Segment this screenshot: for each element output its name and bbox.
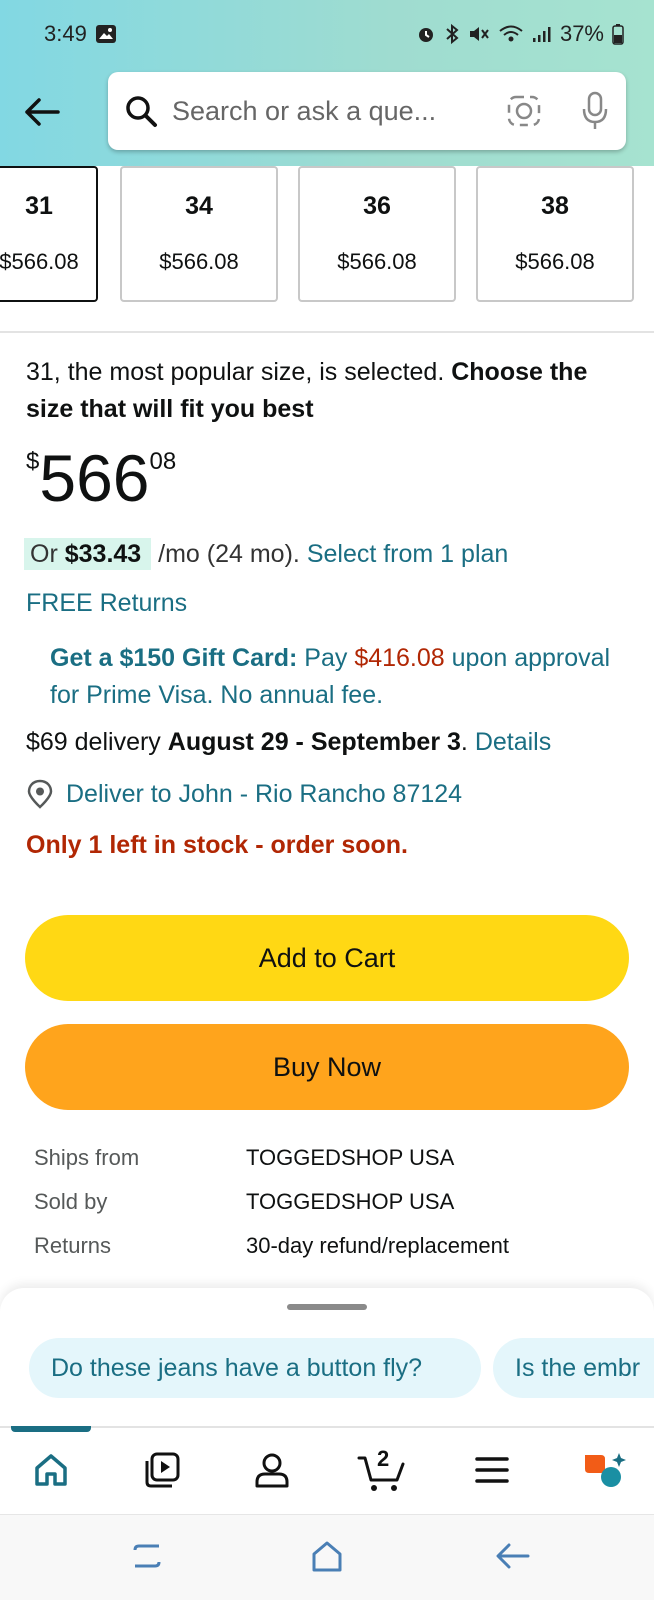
- cart-count-badge: 2: [377, 1446, 390, 1471]
- deliver-to-location[interactable]: Deliver to John - Rio Rancho 87124: [26, 779, 636, 809]
- nav-account[interactable]: [232, 1428, 312, 1516]
- add-to-cart-button[interactable]: Add to Cart: [25, 915, 629, 1001]
- search-bar[interactable]: [108, 72, 626, 150]
- size-option-31[interactable]: 31 $566.08: [0, 166, 98, 302]
- monthly-payment: Or $33.43 /mo (24 mo). Select from 1 pla…: [24, 538, 636, 570]
- select-plan-link[interactable]: Select from 1 plan: [307, 540, 509, 568]
- nav-rufus[interactable]: [564, 1428, 644, 1516]
- home-outline-icon: [310, 1539, 344, 1578]
- mute-icon: [468, 24, 490, 44]
- stock-warning: Only 1 left in stock - order soon.: [26, 831, 409, 859]
- battery-percent: 37%: [559, 21, 604, 46]
- signal-icon: [532, 25, 552, 43]
- section-divider: [0, 331, 654, 333]
- suggestion-chip[interactable]: Is the embr: [493, 1338, 654, 1398]
- sheet-drag-handle[interactable]: [287, 1304, 367, 1310]
- camera-search-icon[interactable]: [506, 94, 542, 128]
- microphone-icon[interactable]: [580, 91, 610, 131]
- suggestion-sheet: Do these jeans have a button fly? Is the…: [0, 1288, 654, 1428]
- home-icon: [33, 1452, 69, 1493]
- size-label: 36: [363, 192, 391, 220]
- seller-info: Ships from TOGGEDSHOP USA Sold by TOGGED…: [34, 1145, 634, 1277]
- price: $ 566 08: [26, 441, 177, 515]
- size-selection-note: 31, the most popular size, is selected. …: [26, 358, 588, 423]
- video-icon: [143, 1451, 181, 1494]
- bluetooth-icon: [444, 23, 460, 45]
- recent-apps-icon: [129, 1538, 165, 1579]
- status-bar: 3:49 37%: [44, 14, 624, 54]
- alarm-icon: [416, 24, 436, 44]
- monthly-highlight: Or $33.43: [24, 538, 152, 570]
- size-price: $566.08: [337, 249, 417, 274]
- search-input[interactable]: [172, 95, 506, 127]
- ships-from-row: Ships from TOGGEDSHOP USA: [34, 1145, 455, 1170]
- rufus-icon: [581, 1449, 627, 1496]
- nav-video[interactable]: [122, 1428, 202, 1516]
- nav-cart[interactable]: 2: [342, 1428, 422, 1516]
- size-label: 31: [25, 192, 53, 220]
- back-icon: [494, 1541, 532, 1576]
- back-system-button[interactable]: [473, 1515, 553, 1600]
- bottom-nav: 2: [0, 1426, 654, 1514]
- battery-icon: [612, 23, 624, 45]
- wifi-icon: [498, 24, 524, 44]
- details-link[interactable]: Details: [475, 728, 551, 756]
- suggestion-chip[interactable]: Do these jeans have a button fly?: [29, 1338, 481, 1398]
- back-arrow-icon[interactable]: [20, 90, 64, 134]
- home-system-button[interactable]: [287, 1515, 367, 1600]
- search-icon: [124, 94, 158, 128]
- free-returns-link[interactable]: FREE Returns: [26, 589, 636, 618]
- cart-icon: 2: [357, 1446, 407, 1494]
- size-option-38[interactable]: 38 $566.08: [476, 166, 634, 302]
- returns-policy-link[interactable]: 30-day refund/replacement: [246, 1233, 509, 1277]
- size-selector: 31 $566.08 34 $566.08 36 $566.08 38 $566…: [0, 166, 654, 306]
- size-price: $566.08: [0, 249, 79, 274]
- seller-link[interactable]: TOGGEDSHOP USA: [246, 1189, 454, 1233]
- nav-menu[interactable]: [452, 1428, 532, 1516]
- app-header: 3:49 37%: [0, 0, 654, 166]
- sold-by-row: Sold by TOGGEDSHOP USA: [34, 1189, 634, 1233]
- size-option-34[interactable]: 34 $566.08: [120, 166, 278, 302]
- account-icon: [253, 1451, 291, 1494]
- buy-now-button[interactable]: Buy Now: [25, 1024, 629, 1110]
- gallery-icon: [95, 23, 117, 45]
- status-time: 3:49: [44, 21, 87, 46]
- returns-row: Returns 30-day refund/replacement: [34, 1233, 634, 1277]
- delivery-info: $69 delivery August 29 - September 3. De…: [26, 728, 552, 756]
- buy-box: 31, the most popular size, is selected. …: [24, 354, 636, 860]
- location-pin-icon: [26, 779, 54, 809]
- size-price: $566.08: [515, 249, 595, 274]
- size-label: 34: [185, 192, 213, 220]
- size-price: $566.08: [159, 249, 239, 274]
- recent-apps-button[interactable]: [107, 1515, 187, 1600]
- size-option-36[interactable]: 36 $566.08: [298, 166, 456, 302]
- menu-icon: [475, 1455, 509, 1490]
- nav-home[interactable]: [11, 1428, 91, 1516]
- size-label: 38: [541, 192, 569, 220]
- gift-card-offer[interactable]: Get a $150 Gift Card: Pay $416.08 upon a…: [50, 640, 636, 714]
- system-navigation-bar: [0, 1514, 654, 1600]
